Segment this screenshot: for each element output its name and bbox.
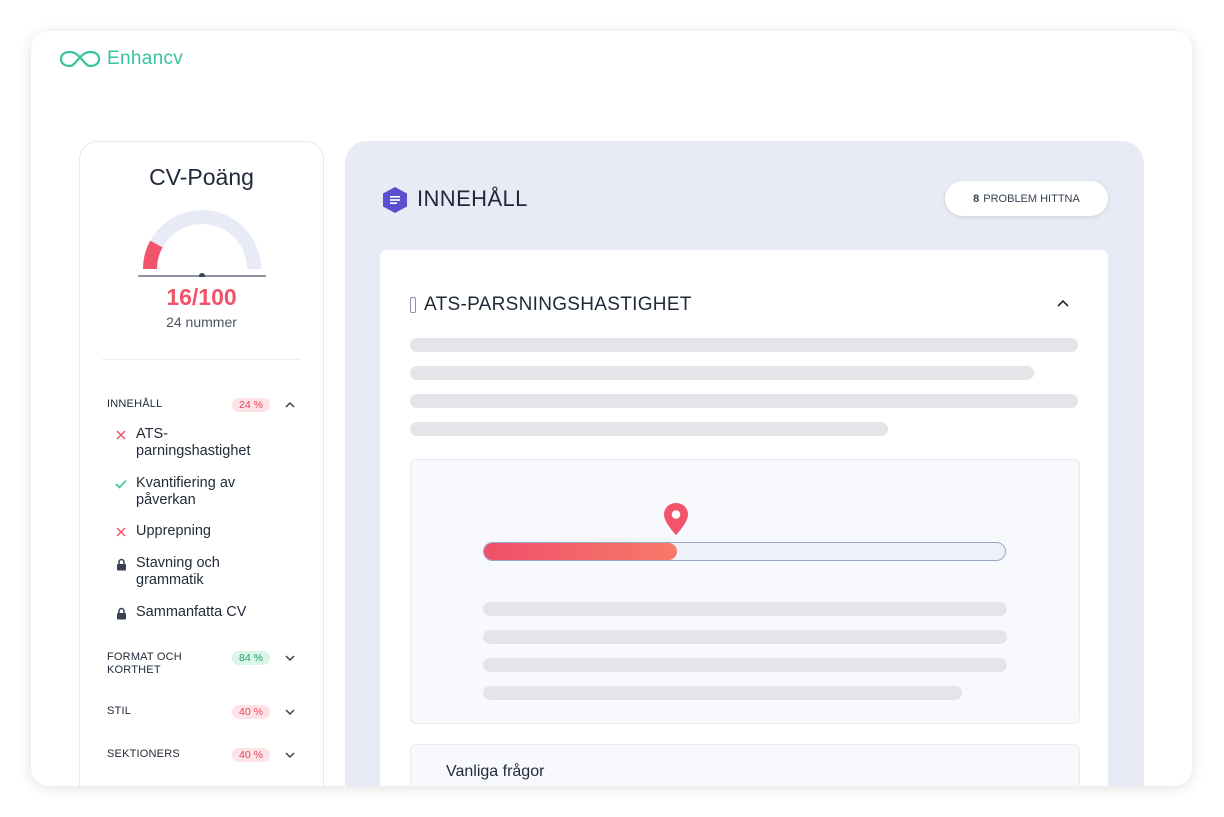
chevron-up-icon[interactable] xyxy=(1055,296,1071,312)
chevron-down-icon[interactable] xyxy=(283,748,297,762)
card-title: ATS-PARSNINGSHASTIGHET xyxy=(424,294,692,315)
skeleton-line xyxy=(483,602,1007,616)
section-label: STIL xyxy=(107,705,132,717)
skeleton-line xyxy=(410,394,1078,408)
section-item-upprepning[interactable]: Upprepning xyxy=(114,523,294,540)
content-panel: INNEHÅLL 8 PROBLEM HITTNA ATS-PARSNINGSH… xyxy=(345,141,1144,786)
section-badge: 40 % xyxy=(232,705,270,719)
skeleton-line xyxy=(410,422,888,436)
score-gauge xyxy=(138,210,266,277)
faq-section[interactable]: Vanliga frågor xyxy=(410,744,1080,786)
chevron-up-icon[interactable] xyxy=(283,398,297,412)
skeleton-line xyxy=(483,658,1007,672)
score-card: CV-Poäng 16/100 24 nummer INNEHÅLL 24 % … xyxy=(79,141,324,786)
section-format[interactable]: FORMAT OCH KORTHET 84 % xyxy=(107,651,297,677)
score-value: 16/100 xyxy=(166,284,237,310)
section-label: SEKTIONERS xyxy=(107,748,180,760)
progress-bar xyxy=(483,542,1006,561)
progress-bar-fill xyxy=(484,543,677,560)
document-hex-icon xyxy=(383,187,407,213)
skeleton-line xyxy=(483,686,962,700)
section-item-label: Kvantifiering av påverkan xyxy=(136,475,236,508)
score-subtitle: 24 nummer xyxy=(166,314,237,330)
problems-found-pill[interactable]: 8 PROBLEM HITTNA xyxy=(945,181,1108,216)
section-item-label: ATS-parningshastighet xyxy=(136,426,251,459)
section-sektioners[interactable]: SEKTIONERS 40 % xyxy=(107,748,297,762)
lock-icon xyxy=(114,556,128,572)
score-gauge-fill xyxy=(143,240,163,270)
section-label: INNEHÅLL xyxy=(107,398,163,410)
location-pin-icon xyxy=(663,503,688,535)
skeleton-line xyxy=(410,338,1078,352)
section-item-ats[interactable]: ATS-parningshastighet xyxy=(114,426,294,460)
panel-title: INNEHÅLL xyxy=(417,186,528,211)
problems-count: 8 xyxy=(973,192,980,205)
logo[interactable]: Enhancv xyxy=(59,48,183,70)
faq-label: Vanliga frågor xyxy=(446,763,545,780)
section-item-label: Stavning och grammatik xyxy=(136,555,220,588)
problems-text: PROBLEM HITTNA xyxy=(983,192,1080,205)
section-badge: 84 % xyxy=(232,651,270,665)
section-item-label: Sammanfatta CV xyxy=(136,604,247,620)
section-item-stavning[interactable]: Stavning och grammatik xyxy=(114,555,294,589)
section-badge: 24 % xyxy=(232,398,270,412)
card-marker xyxy=(410,297,416,313)
section-item-label: Upprepning xyxy=(136,523,211,539)
logo-text: Enhancv xyxy=(107,48,184,69)
section-badge: 40 % xyxy=(232,748,270,762)
x-icon xyxy=(114,524,128,540)
chevron-down-icon[interactable] xyxy=(283,651,297,665)
skeleton-line xyxy=(410,366,1034,380)
check-icon xyxy=(114,476,128,492)
score-divider xyxy=(102,359,301,360)
infinity-logo-icon xyxy=(59,50,101,68)
x-icon xyxy=(114,427,128,443)
section-innehall[interactable]: INNEHÅLL 24 % xyxy=(107,398,297,412)
section-label: FORMAT OCH KORTHET xyxy=(107,651,182,676)
section-item-sammanfatta[interactable]: Sammanfatta CV xyxy=(114,604,294,621)
skeleton-line xyxy=(483,630,1007,644)
section-item-kvantifiering[interactable]: Kvantifiering av påverkan xyxy=(114,475,294,509)
app-window: Enhancv CV-Poäng 16/100 24 nummer INNEHÅ… xyxy=(31,31,1192,786)
score-meter-box xyxy=(410,459,1080,724)
chevron-down-icon[interactable] xyxy=(283,705,297,719)
lock-icon xyxy=(114,605,128,621)
section-stil[interactable]: STIL 40 % xyxy=(107,705,297,719)
score-title: CV-Poäng xyxy=(149,164,254,190)
ats-card: ATS-PARSNINGSHASTIGHET Vanliga frågor xyxy=(380,250,1108,786)
